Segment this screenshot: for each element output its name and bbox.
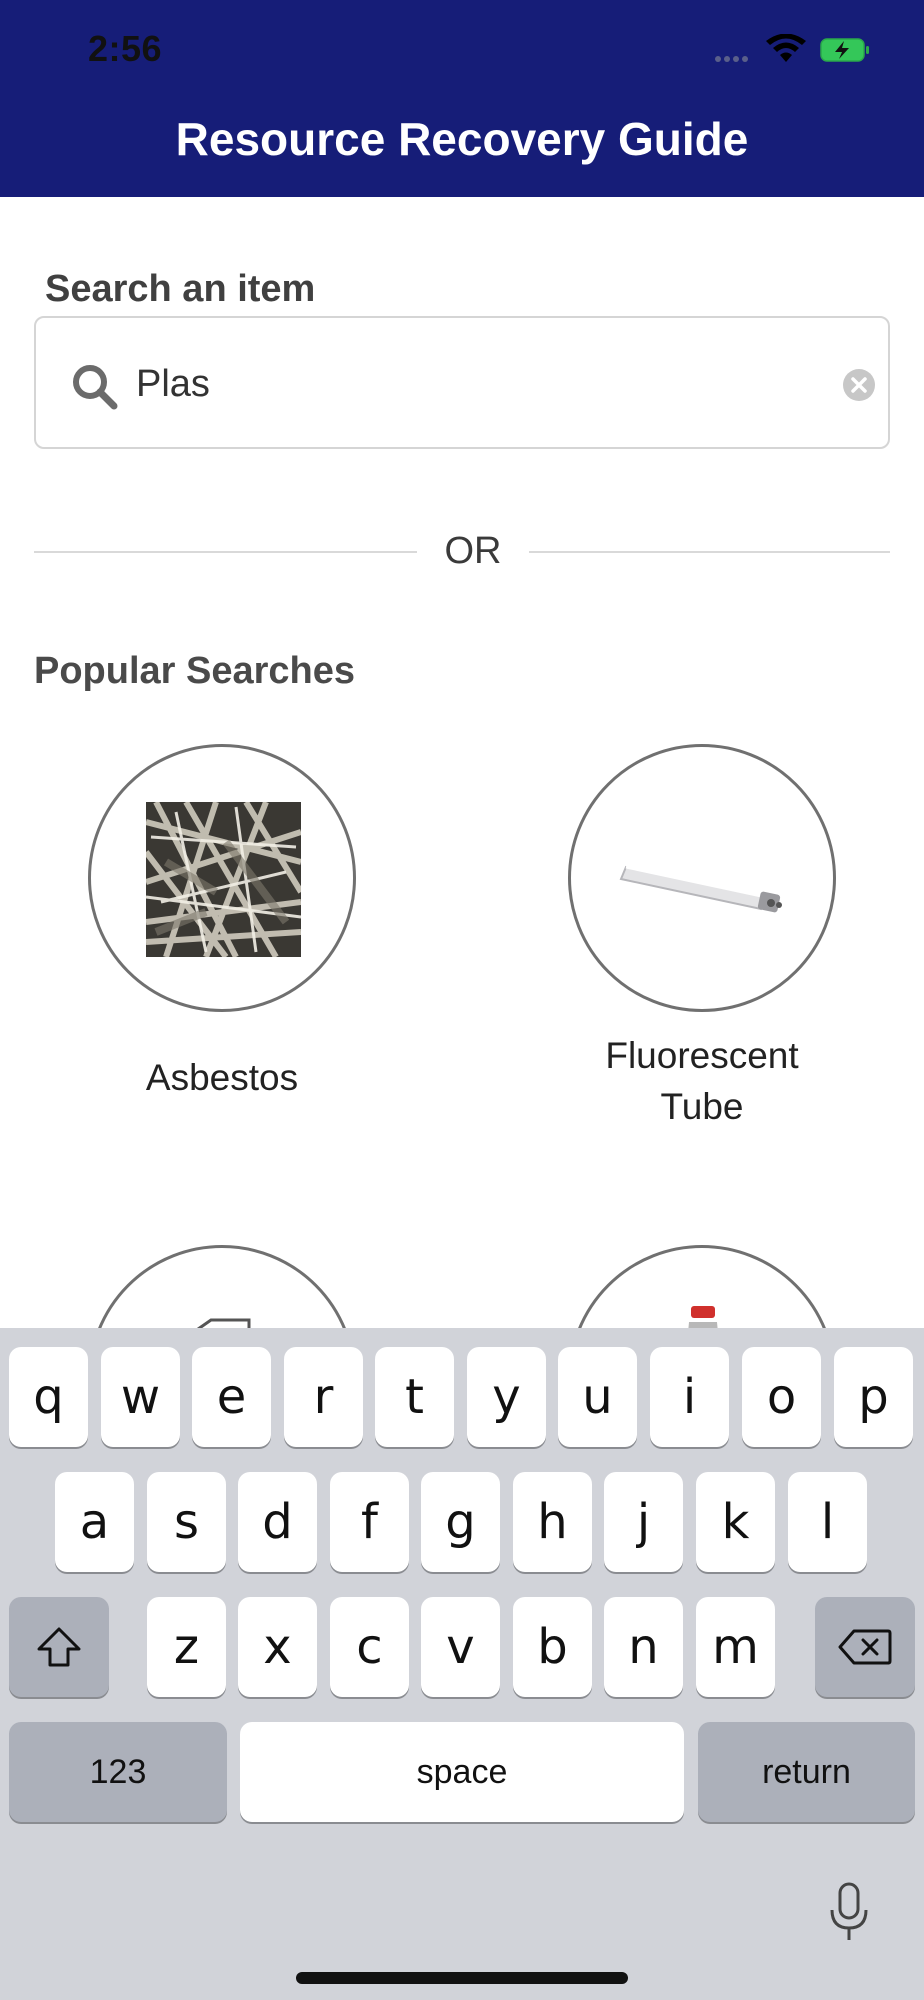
search-input[interactable] [136, 346, 796, 422]
key-f[interactable]: f [330, 1472, 409, 1572]
key-g[interactable]: g [421, 1472, 500, 1572]
key-l[interactable]: l [788, 1472, 867, 1572]
key-z[interactable]: z [147, 1597, 226, 1697]
key-c[interactable]: c [330, 1597, 409, 1697]
backspace-key[interactable] [815, 1597, 915, 1697]
search-box[interactable] [34, 316, 890, 449]
key-w[interactable]: w [101, 1347, 180, 1447]
popular-item-asbestos[interactable]: Asbestos [72, 744, 372, 1103]
fluorescent-tube-photo-icon [619, 865, 782, 913]
key-j[interactable]: j [604, 1472, 683, 1572]
or-text: OR [444, 530, 502, 572]
shift-arrow-icon [37, 1627, 81, 1667]
backspace-icon [838, 1629, 892, 1665]
key-m[interactable]: m [696, 1597, 775, 1697]
status-time: 2:56 [88, 28, 163, 69]
wifi-icon [766, 34, 806, 62]
key-h[interactable]: h [513, 1472, 592, 1572]
space-key[interactable]: space [240, 1722, 684, 1822]
key-e[interactable]: e [192, 1347, 271, 1447]
or-divider: OR [34, 530, 890, 574]
key-x[interactable]: x [238, 1597, 317, 1697]
return-key[interactable]: return [698, 1722, 915, 1822]
battery-icon [820, 38, 869, 62]
popular-item-fluorescent-tube[interactable]: Fluorescent Tube [552, 744, 852, 1132]
key-v[interactable]: v [421, 1597, 500, 1697]
asbestos-thumbnail[interactable] [88, 744, 356, 1012]
divider-line-right [529, 551, 890, 553]
search-label: Search an item [45, 268, 316, 310]
popular-searches-title: Popular Searches [34, 650, 356, 692]
key-n[interactable]: n [604, 1597, 683, 1697]
key-q[interactable]: q [9, 1347, 88, 1447]
key-t[interactable]: t [375, 1347, 454, 1447]
key-s[interactable]: s [147, 1472, 226, 1572]
fluorescent-tube-thumbnail[interactable] [568, 744, 836, 1012]
microphone-icon[interactable] [828, 1882, 870, 1942]
app-header: 2:56 Resource Recovery Guide [0, 0, 924, 197]
cellular-signal-icon [715, 56, 755, 64]
key-o[interactable]: o [742, 1347, 821, 1447]
key-p[interactable]: p [834, 1347, 913, 1447]
key-u[interactable]: u [558, 1347, 637, 1447]
key-d[interactable]: d [238, 1472, 317, 1572]
app-title: Resource Recovery Guide [175, 113, 749, 165]
asbestos-photo-icon [146, 802, 301, 957]
search-icon [73, 365, 118, 410]
key-b[interactable]: b [513, 1597, 592, 1697]
popular-item-label: Asbestos [145, 1057, 299, 1098]
key-a[interactable]: a [55, 1472, 134, 1572]
key-i[interactable]: i [650, 1347, 729, 1447]
clear-icon[interactable] [842, 368, 876, 402]
key-y[interactable]: y [467, 1347, 546, 1447]
key-r[interactable]: r [284, 1347, 363, 1447]
divider-line-left [34, 551, 417, 553]
shift-key[interactable] [9, 1597, 109, 1697]
popular-item-label: Fluorescent Tube [605, 1035, 799, 1127]
home-indicator[interactable] [296, 1972, 628, 1984]
numbers-key[interactable]: 123 [9, 1722, 227, 1822]
key-k[interactable]: k [696, 1472, 775, 1572]
